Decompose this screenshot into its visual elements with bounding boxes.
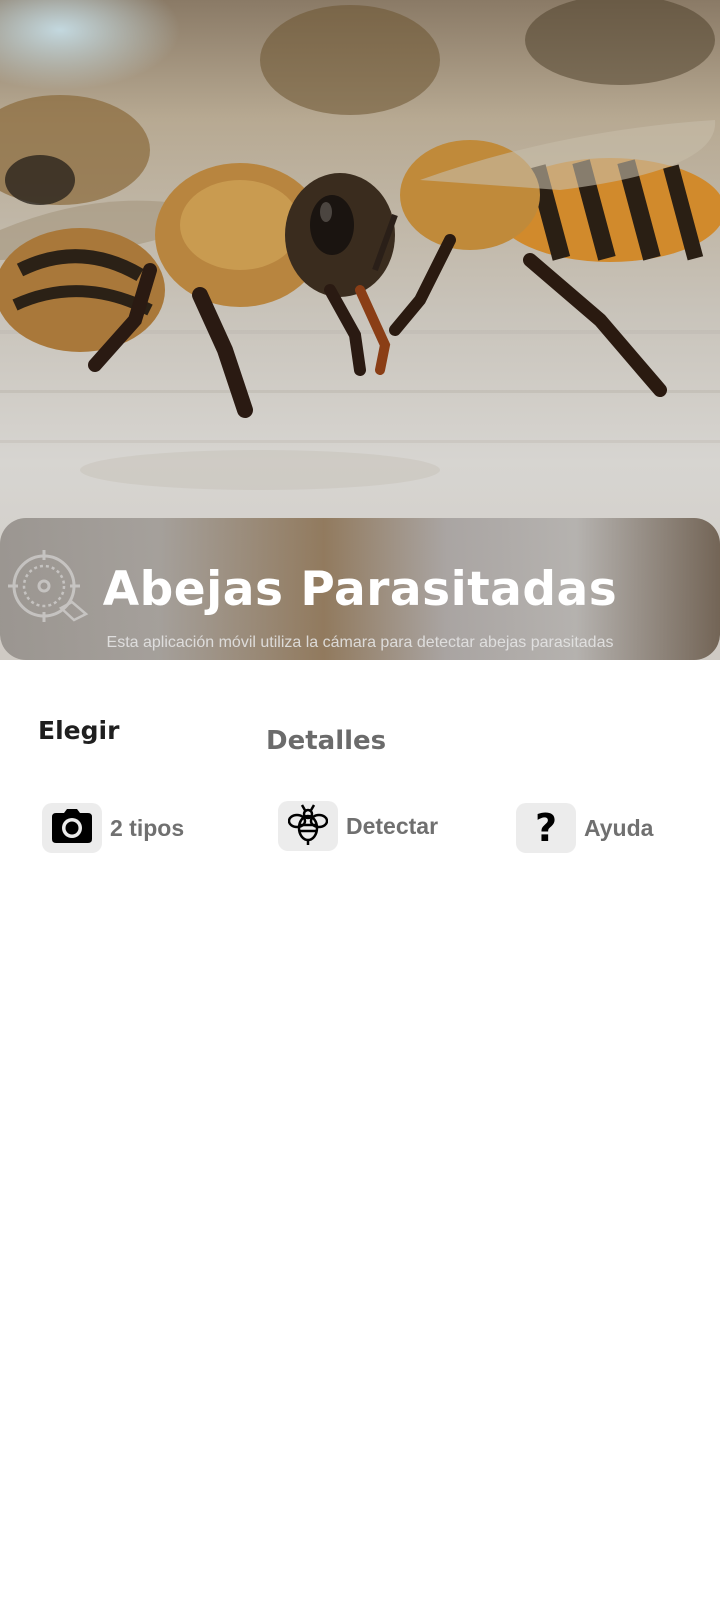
title-banner: Abejas Parasitadas Esta aplicación móvil… — [0, 518, 720, 660]
app-description: Esta aplicación móvil utiliza la cámara … — [106, 634, 614, 651]
detect-label: Detectar — [346, 812, 439, 839]
app-title: Abejas Parasitadas — [102, 562, 618, 617]
camera-icon-box — [42, 803, 102, 853]
section-heading-elegir: Elegir — [38, 716, 120, 745]
question-icon-box: ? — [516, 803, 576, 853]
app-screen: Abejas Parasitadas Esta aplicación móvil… — [0, 0, 720, 1600]
question-icon: ? — [534, 806, 558, 850]
detect-button[interactable]: Detectar — [278, 801, 438, 851]
hero-section: Abejas Parasitadas Esta aplicación móvil… — [0, 0, 720, 660]
help-button[interactable]: ? Ayuda — [516, 803, 653, 853]
choose-types-button[interactable]: 2 tipos — [42, 803, 184, 853]
section-heading-detalles: Detalles — [266, 726, 387, 756]
help-label: Ayuda — [584, 814, 654, 841]
bee-icon — [287, 803, 329, 850]
choose-types-label: 2 tipos — [110, 814, 185, 841]
bee-icon-box — [278, 801, 338, 851]
camera-icon — [52, 808, 92, 848]
